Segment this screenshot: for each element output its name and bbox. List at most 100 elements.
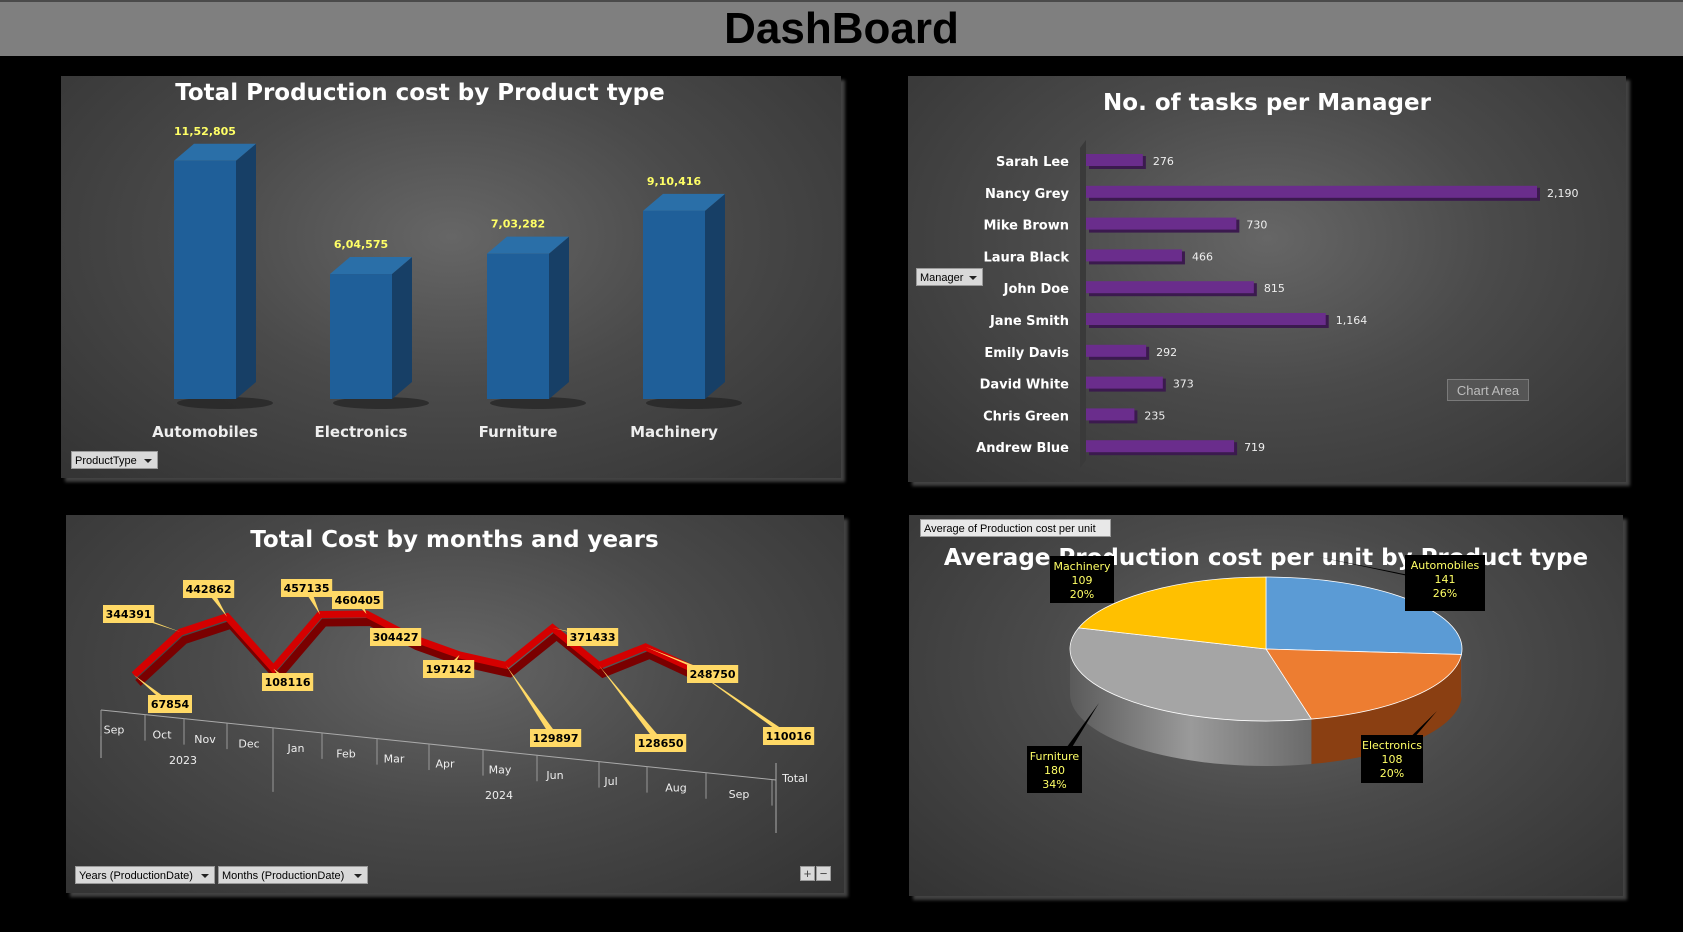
- hbar-john-doe: [1086, 281, 1254, 294]
- months-filter-button[interactable]: Months (ProductionDate): [218, 866, 368, 884]
- callout-label-6: 304427: [373, 631, 419, 644]
- bar-value-label-electronics: 6,04,575: [334, 238, 388, 251]
- pie-label-percent-automobiles: 26%: [1433, 587, 1457, 600]
- pie-label-value-electronics: 108: [1382, 753, 1403, 766]
- dropdown-arrow-icon: [354, 874, 362, 878]
- callout-label-1: 344391: [106, 608, 152, 621]
- product-type-filter-label: ProductType: [75, 455, 137, 467]
- hbar-laura-black: [1086, 249, 1182, 262]
- hbar-value-label-sarah-lee: 276: [1153, 155, 1174, 168]
- bar-furniture: [487, 253, 549, 399]
- bar-value-label-automobiles: 11,52,805: [174, 125, 236, 138]
- hbar-mike-brown: [1086, 217, 1237, 230]
- category-label-electronics: Electronics: [315, 423, 408, 441]
- manager-label-mike-brown: Mike Brown: [983, 219, 1069, 234]
- hbar-nancy-grey: [1086, 185, 1537, 198]
- pie-label-percent-electronics: 20%: [1380, 767, 1404, 780]
- callout-label-12: 110016: [766, 730, 812, 743]
- years-filter-button[interactable]: Years (ProductionDate): [75, 866, 215, 884]
- callout-label-3: 108116: [265, 676, 311, 689]
- pie-label-percent-furniture: 34%: [1042, 778, 1066, 791]
- years-filter-label: Years (ProductionDate): [79, 870, 193, 882]
- manager-filter-button[interactable]: Manager: [916, 268, 983, 286]
- hbar-value-label-nancy-grey: 2,190: [1547, 187, 1579, 200]
- callout-label-11: 248750: [690, 668, 736, 681]
- month-label-4: Jan: [287, 742, 305, 755]
- pie-label-value-furniture: 180: [1044, 764, 1065, 777]
- chart-area-tooltip: Chart Area: [1447, 379, 1529, 401]
- hbar-axis-wall: [1080, 140, 1086, 468]
- hbar-value-label-john-doe: 815: [1264, 282, 1285, 295]
- bar-value-label-machinery: 9,10,416: [647, 175, 702, 188]
- manager-label-chris-green: Chris Green: [983, 409, 1069, 424]
- month-label-12: Sep: [729, 788, 750, 801]
- hbar-david-white: [1086, 376, 1163, 389]
- callout-pointer-8: [506, 665, 560, 738]
- product-type-filter-button[interactable]: ProductType: [71, 451, 158, 469]
- months-filter-label: Months (ProductionDate): [222, 870, 345, 882]
- cost-by-months-line-chart: Sep Oct Nov Dec Jan Feb Mar Apr May Jun Jul Aug Sep 2…: [100, 579, 815, 833]
- bar-electronics: [330, 274, 392, 399]
- pie-label-name-furniture: Furniture: [1030, 750, 1080, 763]
- callout-pointer-12: [692, 668, 793, 736]
- pie-label-name-electronics: Electronics: [1362, 739, 1422, 752]
- month-label-9: Jun: [545, 769, 563, 782]
- dropdown-arrow-icon: [201, 874, 209, 878]
- bar-side-machinery: [705, 193, 725, 399]
- month-label-10: Jul: [603, 775, 617, 788]
- callout-label-5: 460405: [335, 594, 381, 607]
- pie-label-value-machinery: 109: [1072, 574, 1093, 587]
- callout-label-8: 129897: [533, 732, 579, 745]
- month-label-1: Oct: [152, 728, 172, 741]
- callout-label-9: 371433: [570, 631, 616, 644]
- manager-label-nancy-grey: Nancy Grey: [985, 187, 1070, 202]
- manager-filter-label: Manager: [920, 272, 964, 284]
- production-cost-bar-chart: 11,52,805 Automobiles 6,04,575 Electronics 7…: [152, 125, 742, 441]
- hbar-value-label-chris-green: 235: [1144, 409, 1165, 422]
- bar-machinery: [643, 210, 705, 399]
- month-label-6: Mar: [384, 752, 405, 765]
- dashboard-header: DashBoard: [0, 0, 1683, 56]
- manager-label-jane-smith: Jane Smith: [989, 314, 1069, 329]
- bar-side-automobiles: [236, 143, 256, 399]
- manager-label-andrew-blue: Andrew Blue: [976, 441, 1069, 456]
- expand-field-button[interactable]: +: [800, 866, 815, 881]
- hbar-jane-smith: [1086, 313, 1326, 325]
- callout-label-4: 457135: [284, 582, 330, 595]
- pie-label-name-automobiles: Automobiles: [1411, 559, 1480, 572]
- manager-label-david-white: David White: [980, 378, 1070, 393]
- callout-pointer-10: [599, 665, 665, 743]
- hbar-value-label-david-white: 373: [1173, 378, 1194, 391]
- pie-label-percent-machinery: 20%: [1070, 588, 1094, 601]
- pie-label-value-automobiles: 141: [1435, 573, 1456, 586]
- hbar-value-label-emily-davis: 292: [1156, 346, 1177, 359]
- bar-side-furniture: [549, 236, 569, 399]
- hbar-value-label-jane-smith: 1,164: [1336, 314, 1368, 327]
- pie-side-automobiles: [1461, 649, 1462, 700]
- pie-label-name-machinery: Machinery: [1053, 560, 1111, 573]
- manager-label-laura-black: Laura Black: [983, 250, 1069, 265]
- hbar-andrew-blue: [1086, 440, 1235, 453]
- hbar-chris-green: [1086, 408, 1135, 421]
- bar-value-label-furniture: 7,03,282: [491, 218, 545, 231]
- month-label-5: Feb: [336, 747, 355, 760]
- hbar-emily-davis: [1086, 344, 1147, 357]
- callout-label-10: 128650: [638, 737, 684, 750]
- total-label: Total: [781, 772, 808, 785]
- category-label-automobiles: Automobiles: [152, 423, 258, 441]
- manager-label-john-doe: John Doe: [1003, 282, 1070, 297]
- avg-cost-per-unit-chart-panel[interactable]: Average of Production cost per unit Aver…: [909, 515, 1623, 896]
- tasks-per-manager-bar-chart: Sarah Lee 276 Nancy Grey 2,190 Mike Brown 730…: [976, 140, 1579, 468]
- hbar-sarah-lee: [1086, 154, 1143, 166]
- callout-label-7: 197142: [426, 663, 472, 676]
- bar-side-electronics: [392, 257, 412, 399]
- tasks-per-manager-chart-panel[interactable]: No. of tasks per Manager Sarah Lee 276 Nan…: [908, 76, 1626, 482]
- year-label-2024: 2024: [485, 789, 513, 802]
- month-label-11: Aug: [665, 782, 686, 795]
- cost-by-months-chart-panel[interactable]: Total Cost by months and years Sep Oct Nov…: [66, 515, 844, 893]
- chart-area-label: Chart Area: [1456, 383, 1520, 398]
- dashboard-title: DashBoard: [724, 4, 959, 53]
- month-label-3: Dec: [238, 737, 259, 750]
- production-cost-chart-panel[interactable]: Total Production cost by Product type 11…: [61, 76, 841, 478]
- collapse-field-button[interactable]: −: [816, 866, 831, 881]
